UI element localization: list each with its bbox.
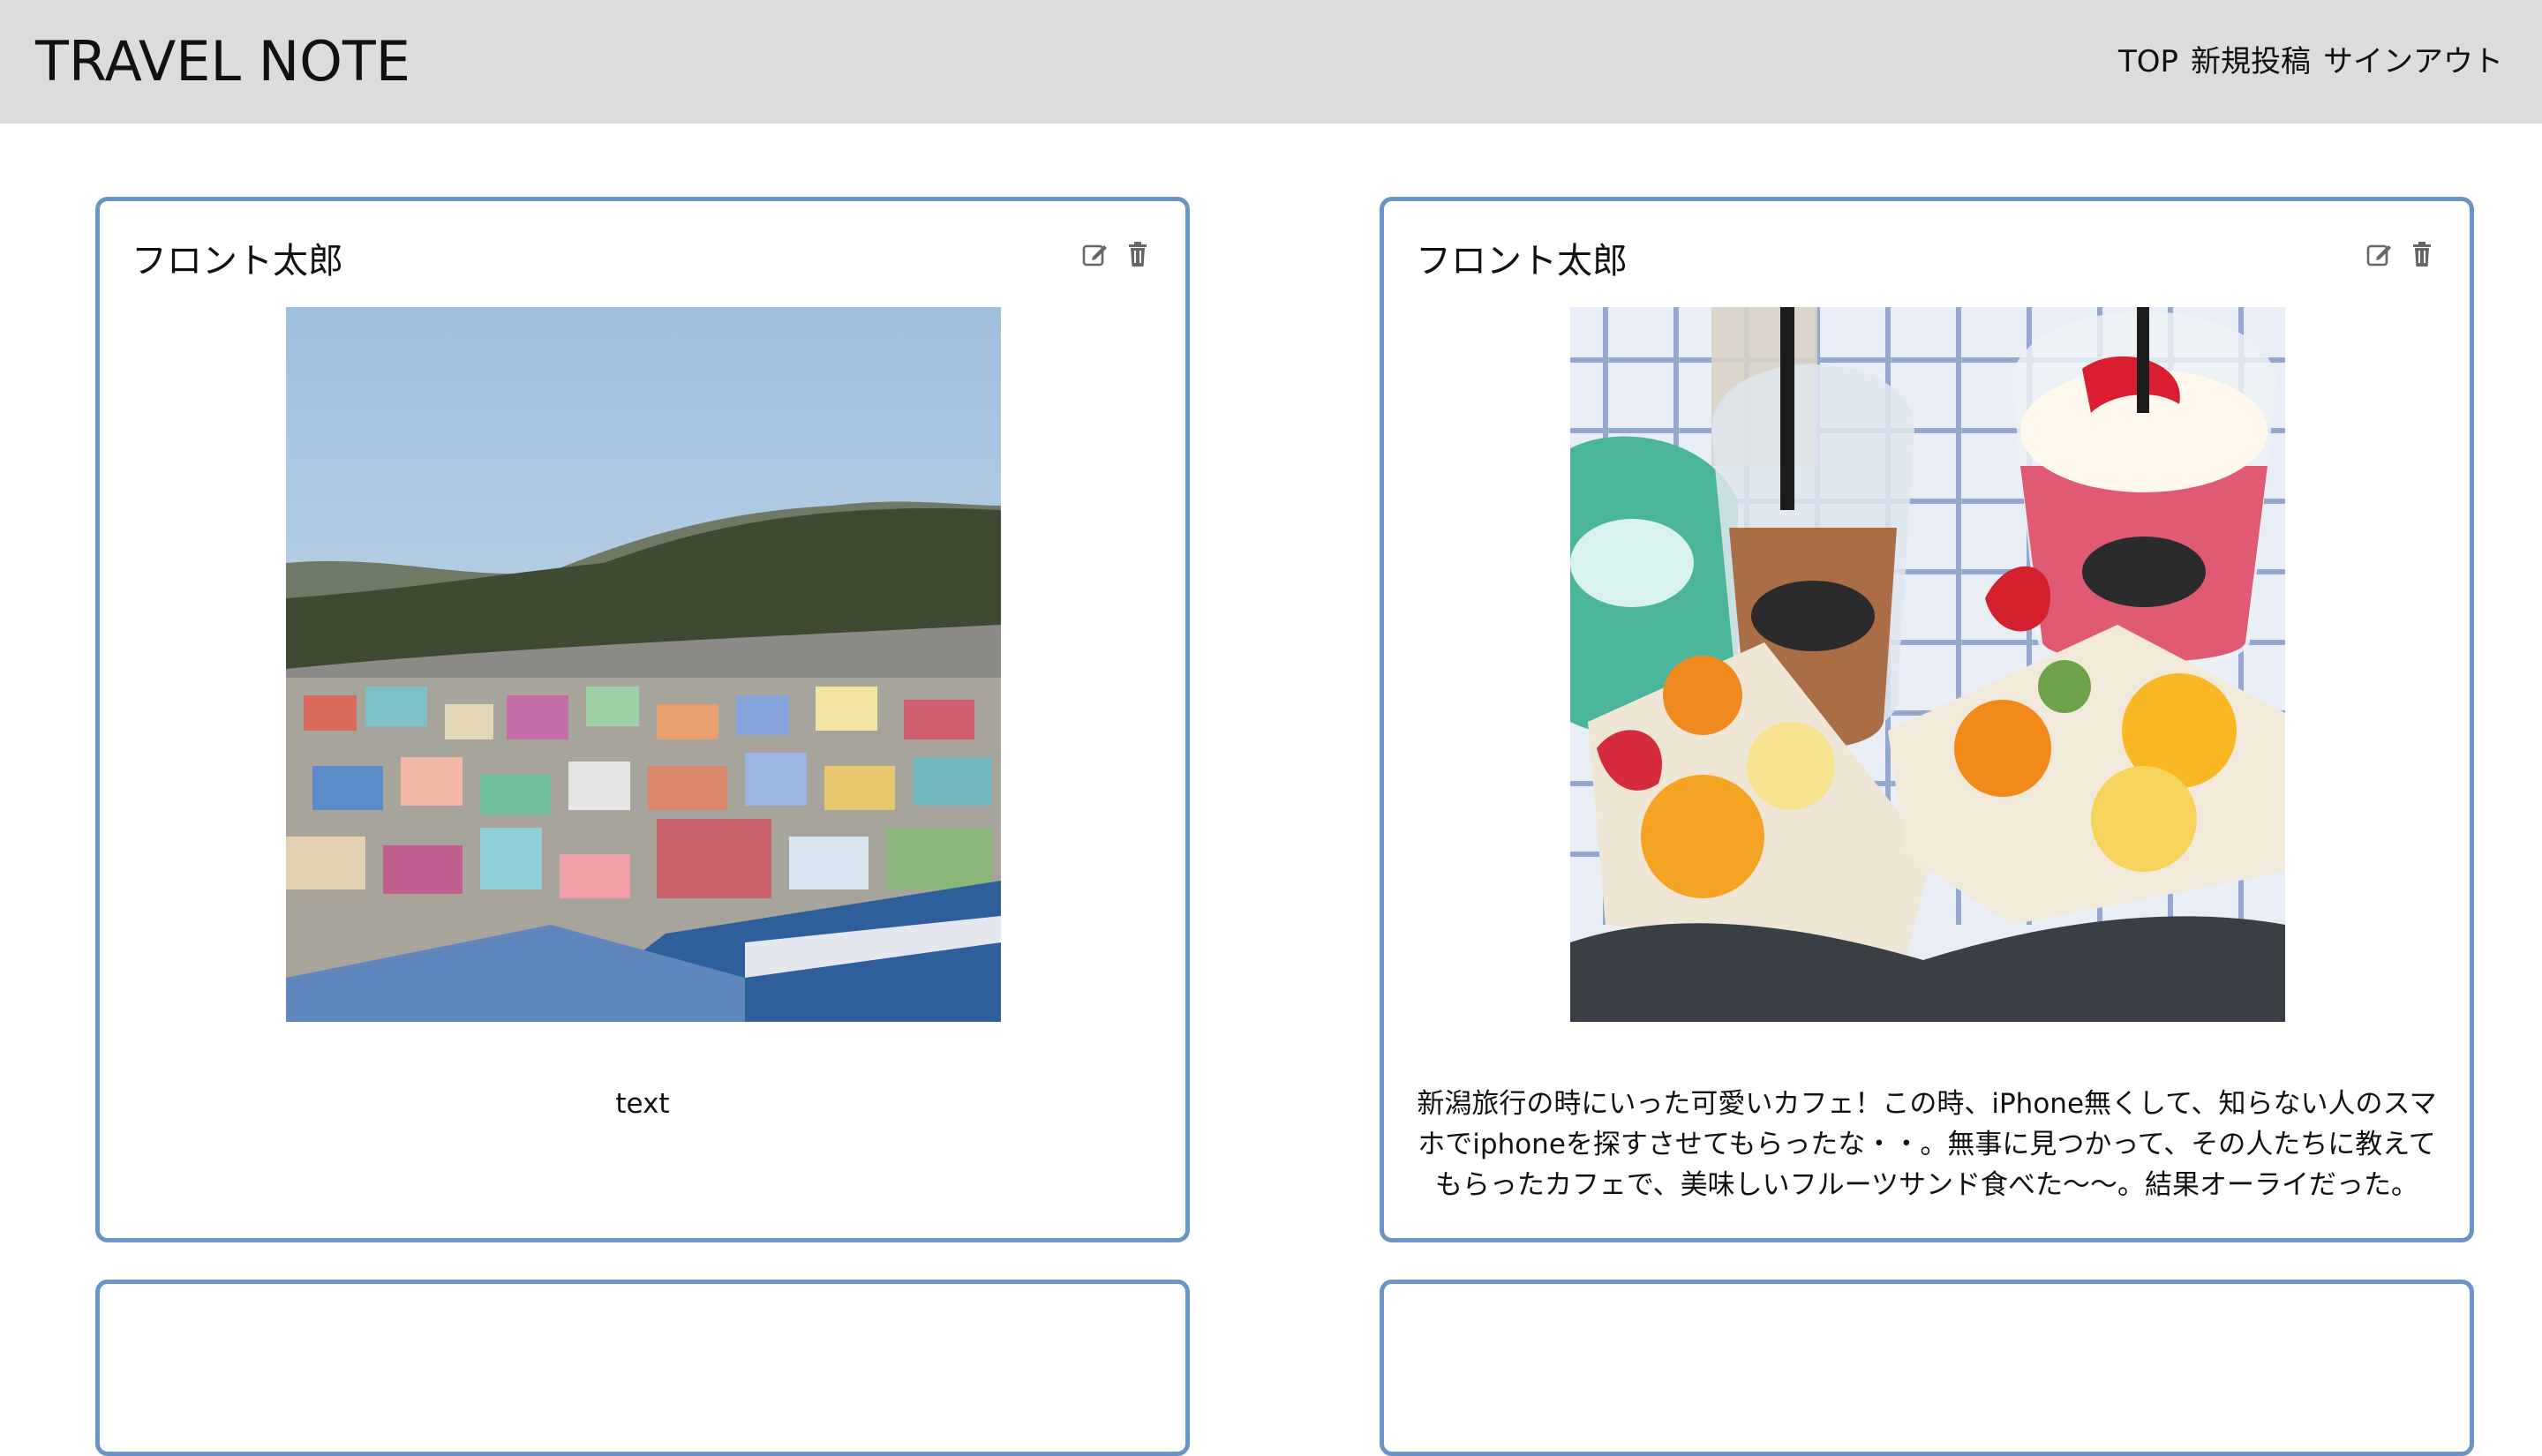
post-card [95, 1280, 1190, 1456]
top-nav: TOP 新規投稿 サインアウト [2118, 42, 2503, 81]
trash-icon[interactable] [2408, 240, 2436, 268]
edit-icon[interactable] [1081, 240, 1109, 268]
post-text: 新潟旅行の時にいった可愛いカフェ！この時、iPhone無くして、知らない人のスマ… [1417, 1088, 2437, 1201]
post-photo [1570, 307, 2285, 1022]
brand-logo[interactable]: TRAVEL NOTE [35, 29, 410, 94]
post-author[interactable]: フロント太郎 [132, 238, 343, 284]
nav-sign-out-link[interactable]: サインアウト [2323, 42, 2503, 81]
post-actions [2365, 240, 2436, 268]
nav-new-post-link[interactable]: 新規投稿 [2191, 42, 2311, 81]
nav-top-link[interactable]: TOP [2118, 42, 2178, 81]
post-author[interactable]: フロント太郎 [1416, 238, 1628, 284]
post-card: フロント太郎 [95, 197, 1190, 1242]
post-actions [1081, 240, 1152, 268]
edit-icon[interactable] [2365, 240, 2394, 268]
post-card [1380, 1280, 2474, 1456]
trash-icon[interactable] [1124, 240, 1152, 268]
post-card: フロント太郎 [1380, 197, 2474, 1242]
top-header: TRAVEL NOTE TOP 新規投稿 サインアウト [0, 0, 2542, 124]
post-photo [286, 307, 1001, 1022]
post-text: text [615, 1088, 670, 1120]
